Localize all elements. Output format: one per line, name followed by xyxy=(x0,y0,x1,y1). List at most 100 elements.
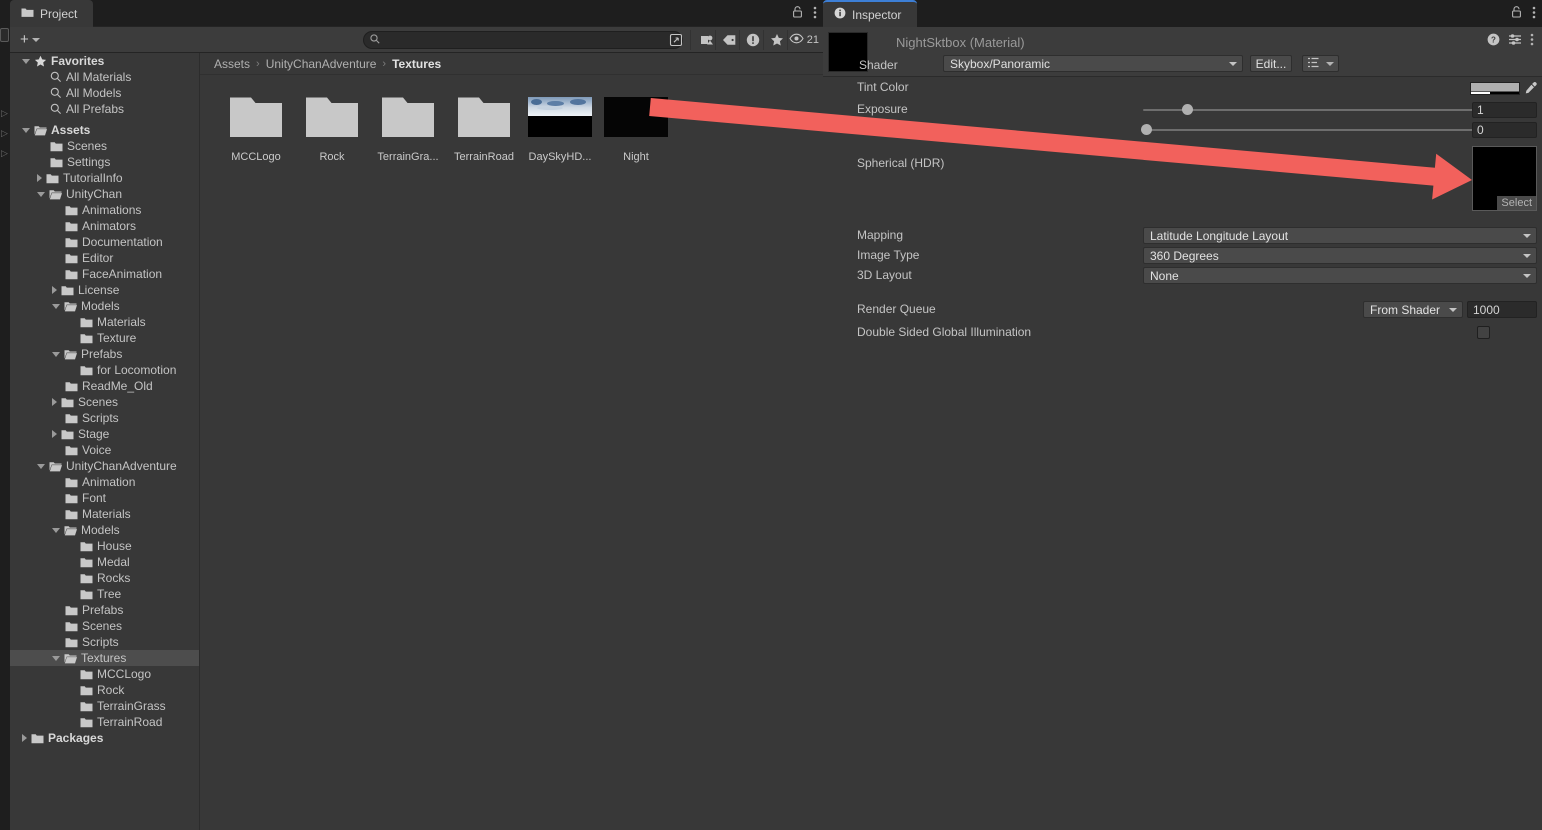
tree-item-rock[interactable]: Rock xyxy=(10,682,199,698)
tree-item-medal[interactable]: Medal xyxy=(10,554,199,570)
tree-item-license[interactable]: License xyxy=(10,282,199,298)
tree-item-models[interactable]: Models xyxy=(10,522,199,538)
tree-item-unitychan[interactable]: UnityChan xyxy=(10,186,199,202)
tree-item-textures[interactable]: Textures xyxy=(10,650,199,666)
tree-item-scripts[interactable]: Scripts xyxy=(10,634,199,650)
collapsed-panel-icon[interactable] xyxy=(0,28,9,42)
render-queue-mode-dropdown[interactable]: From Shader xyxy=(1363,301,1463,318)
chevron-right-icon[interactable] xyxy=(52,398,57,406)
tree-item-terrainroad[interactable]: TerrainRoad xyxy=(10,714,199,730)
mapping-dropdown[interactable]: Latitude Longitude Layout xyxy=(1143,227,1537,244)
tree-item-packages[interactable]: Packages xyxy=(10,730,199,746)
chevron-down-icon[interactable] xyxy=(37,464,45,469)
3d-layout-dropdown[interactable]: None xyxy=(1143,267,1537,284)
tree-item-faceanimation[interactable]: FaceAnimation xyxy=(10,266,199,282)
tree-item-stage[interactable]: Stage xyxy=(10,426,199,442)
rotation-slider-knob[interactable] xyxy=(1141,124,1152,135)
tree-item-animation[interactable]: Animation xyxy=(10,474,199,490)
rotation-value-field[interactable]: 0 xyxy=(1472,122,1537,138)
tree-item-settings[interactable]: Settings xyxy=(10,154,199,170)
chevron-down-icon[interactable] xyxy=(22,59,30,64)
exposure-value-field[interactable]: 1 xyxy=(1472,102,1537,118)
chevron-down-icon[interactable] xyxy=(22,128,30,133)
tree-item-mcclogo[interactable]: MCCLogo xyxy=(10,666,199,682)
tree-item-materials[interactable]: Materials xyxy=(10,506,199,522)
create-asset-button[interactable]: + xyxy=(16,31,44,49)
chevron-down-icon[interactable] xyxy=(52,528,60,533)
chevron-right-icon[interactable] xyxy=(37,174,42,182)
tree-item-models[interactable]: Models xyxy=(10,298,199,314)
chevron-down-icon[interactable] xyxy=(52,352,60,357)
collapsed-expand-arrow-1[interactable]: ▷ xyxy=(1,108,9,118)
tree-item-terraingrass[interactable]: TerrainGrass xyxy=(10,698,199,714)
chevron-right-icon[interactable] xyxy=(52,430,57,438)
tree-item-prefabs[interactable]: Prefabs xyxy=(10,602,199,618)
asset-item[interactable]: TerrainGra... xyxy=(370,91,446,163)
tree-item-scripts[interactable]: Scripts xyxy=(10,410,199,426)
project-folder-tree[interactable]: FavoritesAll MaterialsAll ModelsAll Pref… xyxy=(10,53,200,830)
lock-icon[interactable] xyxy=(1511,6,1522,21)
asset-item[interactable]: Rock xyxy=(294,91,370,163)
tab-project[interactable]: Project xyxy=(10,0,93,27)
spherical-hdr-texture-slot[interactable]: Select xyxy=(1472,146,1537,211)
tree-item-scenes[interactable]: Scenes xyxy=(10,618,199,634)
chevron-down-icon[interactable] xyxy=(52,656,60,661)
help-icon[interactable]: ? xyxy=(1487,33,1500,49)
exposure-slider-knob[interactable] xyxy=(1182,104,1193,115)
kebab-menu-icon[interactable] xyxy=(813,6,817,22)
tree-item-readme-old[interactable]: ReadMe_Old xyxy=(10,378,199,394)
tint-color-swatch[interactable] xyxy=(1470,82,1520,95)
tree-item-all-models[interactable]: All Models xyxy=(10,85,199,101)
double-sided-gi-checkbox[interactable] xyxy=(1477,326,1490,339)
texture-select-button[interactable]: Select xyxy=(1497,196,1536,210)
asset-item[interactable]: TerrainRoad xyxy=(446,91,522,163)
tree-item-animations[interactable]: Animations xyxy=(10,202,199,218)
tree-item-editor[interactable]: Editor xyxy=(10,250,199,266)
tree-item-all-materials[interactable]: All Materials xyxy=(10,69,199,85)
kebab-menu-icon[interactable] xyxy=(1532,6,1536,22)
tree-item-house[interactable]: House xyxy=(10,538,199,554)
tree-item-animators[interactable]: Animators xyxy=(10,218,199,234)
edit-shader-button[interactable]: Edit... xyxy=(1250,55,1292,72)
chevron-down-icon[interactable] xyxy=(52,304,60,309)
preset-icon[interactable] xyxy=(1508,33,1522,49)
tree-item-favorites[interactable]: Favorites xyxy=(10,53,199,69)
render-queue-value-field[interactable]: 1000 xyxy=(1467,301,1537,318)
chevron-down-icon[interactable] xyxy=(37,192,45,197)
rotation-slider-track[interactable] xyxy=(1143,129,1505,131)
image-type-dropdown[interactable]: 360 Degrees xyxy=(1143,247,1537,264)
asset-item[interactable]: Night xyxy=(598,91,674,163)
tree-item-scenes[interactable]: Scenes xyxy=(10,394,199,410)
shader-dropdown[interactable]: Skybox/Panoramic xyxy=(943,55,1243,72)
tree-item-all-prefabs[interactable]: All Prefabs xyxy=(10,101,199,117)
collapsed-expand-arrow-3[interactable]: ▷ xyxy=(1,148,9,158)
eyedropper-icon[interactable] xyxy=(1524,81,1538,95)
lock-icon[interactable] xyxy=(792,6,803,21)
chevron-right-icon[interactable] xyxy=(22,734,27,742)
asset-item[interactable]: MCCLogo xyxy=(218,91,294,163)
tree-item-rocks[interactable]: Rocks xyxy=(10,570,199,586)
tree-item-voice[interactable]: Voice xyxy=(10,442,199,458)
kebab-menu-icon[interactable] xyxy=(1530,33,1534,49)
tree-item-prefabs[interactable]: Prefabs xyxy=(10,346,199,362)
tree-item-unitychanadventure[interactable]: UnityChanAdventure xyxy=(10,458,199,474)
search-field[interactable] xyxy=(363,31,683,49)
tree-item-documentation[interactable]: Documentation xyxy=(10,234,199,250)
breadcrumb-item[interactable]: Textures xyxy=(392,57,441,71)
visible-assets-count[interactable]: 21 xyxy=(789,30,819,50)
tree-item-texture[interactable]: Texture xyxy=(10,330,199,346)
tree-item-tree[interactable]: Tree xyxy=(10,586,199,602)
tree-item-scenes[interactable]: Scenes xyxy=(10,138,199,154)
tree-item-materials[interactable]: Materials xyxy=(10,314,199,330)
save-search-icon[interactable] xyxy=(663,30,689,50)
asset-grid[interactable]: MCCLogoRockTerrainGra...TerrainRoadDaySk… xyxy=(200,75,823,163)
breadcrumb-item[interactable]: UnityChanAdventure xyxy=(266,57,377,71)
chevron-right-icon[interactable] xyxy=(52,286,57,294)
exposure-slider-track[interactable] xyxy=(1143,109,1505,111)
tab-inspector[interactable]: Inspector xyxy=(823,0,917,27)
tree-item-font[interactable]: Font xyxy=(10,490,199,506)
material-preset-button[interactable] xyxy=(1302,55,1339,72)
tree-item-for-locomotion[interactable]: for Locomotion xyxy=(10,362,199,378)
breadcrumb-item[interactable]: Assets xyxy=(214,57,250,71)
tree-item-tutorialinfo[interactable]: TutorialInfo xyxy=(10,170,199,186)
